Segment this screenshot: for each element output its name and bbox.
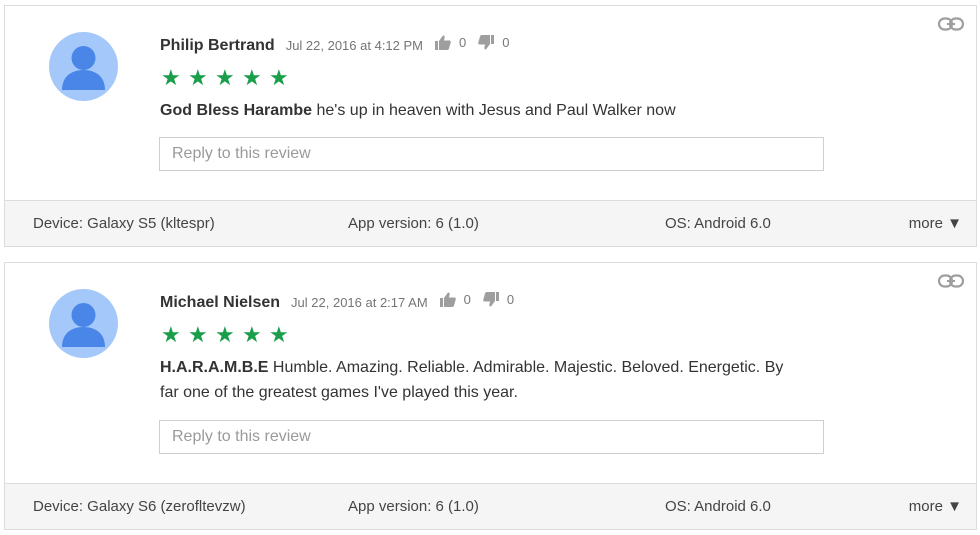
star-icon: ★ <box>269 322 289 347</box>
more-button[interactable]: more ▼ <box>909 215 962 232</box>
thumbs-down-icon <box>483 292 499 307</box>
os-info: OS: Android 6.0 <box>665 215 771 232</box>
author-name: Michael Nielsen <box>160 294 281 311</box>
review-body: he's up in heaven with Jesus and Paul Wa… <box>312 102 676 119</box>
thumbs-up-button[interactable]: 0 <box>435 35 466 50</box>
thumbs-down-count: 0 <box>506 292 515 307</box>
thumbs-down-button[interactable]: 0 <box>478 35 509 50</box>
review-date: Jul 22, 2016 at 4:12 PM <box>285 38 423 53</box>
os-info: OS: Android 6.0 <box>665 498 771 515</box>
thumbs-down-icon <box>478 35 495 50</box>
device-info: Device: Galaxy S6 (zerofltevzw) <box>33 498 246 515</box>
star-rating: ★ ★ ★ ★ ★ <box>161 323 296 347</box>
star-icon: ★ <box>161 65 181 90</box>
device-info-bar: Device: Galaxy S6 (zerofltevzw) App vers… <box>5 483 976 529</box>
thumbs-up-count: 0 <box>459 35 467 50</box>
link-icon[interactable] <box>938 274 964 288</box>
thumbs-up-icon <box>439 292 456 307</box>
star-icon: ★ <box>188 65 208 90</box>
review-card: Michael Nielsen Jul 22, 2016 at 2:17 AM … <box>4 262 977 530</box>
star-rating: ★ ★ ★ ★ ★ <box>161 66 296 90</box>
more-button[interactable]: more ▼ <box>909 498 962 515</box>
avatar <box>49 289 118 358</box>
review-text: God Bless Harambe he's up in heaven with… <box>160 98 800 123</box>
star-icon: ★ <box>215 65 235 90</box>
star-icon: ★ <box>188 322 208 347</box>
review-header: Philip Bertrand Jul 22, 2016 at 4:12 PM … <box>160 35 509 55</box>
review-headline: H.A.R.A.M.B.E <box>160 359 269 376</box>
avatar <box>49 32 118 101</box>
reply-input[interactable] <box>159 137 824 171</box>
app-version-info: App version: 6 (1.0) <box>348 498 479 515</box>
reply-input[interactable] <box>159 420 824 454</box>
star-icon: ★ <box>161 322 181 347</box>
star-icon: ★ <box>215 322 235 347</box>
thumbs-up-button[interactable]: 0 <box>439 292 471 307</box>
app-version-info: App version: 6 (1.0) <box>348 215 479 232</box>
link-icon[interactable] <box>938 17 964 31</box>
review-card: Philip Bertrand Jul 22, 2016 at 4:12 PM … <box>4 5 977 247</box>
star-icon: ★ <box>242 65 262 90</box>
thumbs-up-icon <box>435 35 451 50</box>
thumbs-down-button[interactable]: 0 <box>483 292 514 307</box>
person-avatar-icon <box>62 303 105 347</box>
device-info-bar: Device: Galaxy S5 (kltespr) App version:… <box>5 200 976 246</box>
star-icon: ★ <box>269 65 289 90</box>
review-headline: God Bless Harambe <box>160 102 313 119</box>
author-name: Philip Bertrand <box>160 37 275 54</box>
review-text: H.A.R.A.M.B.E Humble. Amazing. Reliable.… <box>160 355 800 405</box>
thumbs-up-count: 0 <box>463 292 471 307</box>
star-icon: ★ <box>242 322 262 347</box>
thumbs-down-count: 0 <box>502 35 510 50</box>
review-date: Jul 22, 2016 at 2:17 AM <box>291 295 428 310</box>
review-header: Michael Nielsen Jul 22, 2016 at 2:17 AM … <box>160 292 514 312</box>
person-avatar-icon <box>62 46 105 90</box>
device-info: Device: Galaxy S5 (kltespr) <box>33 215 215 232</box>
